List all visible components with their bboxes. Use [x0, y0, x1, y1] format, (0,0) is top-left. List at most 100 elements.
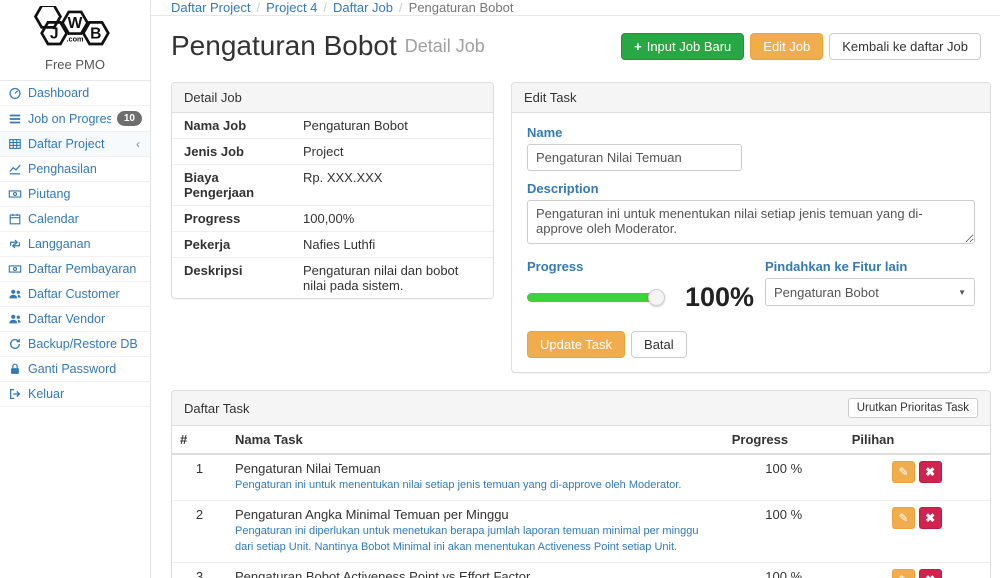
- sidebar-item-dashboard[interactable]: Dashboard: [0, 81, 150, 106]
- task-actions: ✎ ✖: [844, 500, 990, 562]
- move-to-feature-select[interactable]: Pengaturan Bobot ▼: [765, 278, 975, 306]
- edit-task-button[interactable]: ✎: [892, 569, 915, 578]
- task-number: 1: [172, 454, 227, 500]
- daftar-task-panel: Daftar Task Urutkan Prioritas Task # Nam…: [171, 390, 991, 578]
- detail-value: Pengaturan Bobot: [295, 113, 493, 138]
- sidebar-item-job-on-progress[interactable]: Job on Progress 10: [0, 106, 150, 132]
- progress-percent-value: 100%: [685, 282, 754, 313]
- detail-row: Nama JobPengaturan Bobot: [172, 113, 493, 139]
- list-icon: [8, 112, 22, 126]
- sidebar-item-label: Daftar Pembayaran: [28, 262, 142, 276]
- progress-slider[interactable]: [527, 293, 657, 302]
- column-header-progress: Progress: [724, 426, 844, 454]
- app-window: J W B .com Free PMO Dashboard Job on Pro…: [0, 0, 1000, 578]
- task-name: Pengaturan Nilai Temuan: [235, 461, 716, 476]
- edit-job-button[interactable]: Edit Job: [750, 33, 823, 60]
- task-name: Pengaturan Bobot Activeness Point vs Eff…: [235, 569, 716, 578]
- dashboard-icon: [8, 86, 22, 100]
- detail-label: Progress: [172, 206, 295, 231]
- breadcrumb-link-daftar-job[interactable]: Daftar Job: [333, 0, 393, 15]
- detail-label: Deskripsi: [172, 258, 295, 298]
- delete-task-button[interactable]: ✖: [919, 569, 942, 578]
- sidebar-item-label: Daftar Vendor: [28, 312, 142, 326]
- task-progress: 100 %: [724, 500, 844, 562]
- update-task-button[interactable]: Update Task: [527, 331, 625, 358]
- sidebar-item-penghasilan[interactable]: Penghasilan: [0, 157, 150, 182]
- sidebar-item-label: Ganti Password: [28, 362, 142, 376]
- breadcrumb-link-daftar-project[interactable]: Daftar Project: [171, 0, 250, 15]
- delete-task-button[interactable]: ✖: [919, 507, 942, 529]
- input-job-baru-button[interactable]: +Input Job Baru: [621, 33, 744, 60]
- detail-job-panel-title: Detail Job: [172, 83, 493, 113]
- edit-task-button[interactable]: ✎: [892, 507, 915, 529]
- sidebar-item-label: Keluar: [28, 387, 142, 401]
- sidebar-item-label: Backup/Restore DB: [28, 337, 142, 351]
- svg-text:J: J: [50, 25, 59, 42]
- table-row: 1 Pengaturan Nilai Temuan Pengaturan ini…: [172, 454, 990, 500]
- sidebar-item-label: Daftar Project: [28, 137, 130, 151]
- table-row: 3 Pengaturan Bobot Activeness Point vs E…: [172, 562, 990, 578]
- progress-column: Progress 100%: [527, 259, 765, 313]
- detail-value: 100,00%: [295, 206, 493, 231]
- sidebar: J W B .com Free PMO Dashboard Job on Pro…: [0, 0, 151, 578]
- breadcrumb-bar: Daftar Project/Project 4/Daftar Job/Peng…: [151, 0, 1000, 16]
- edit-task-panel: Edit Task Name Description Pengaturan in…: [511, 82, 991, 373]
- name-label: Name: [527, 125, 975, 140]
- sidebar-item-label: Daftar Customer: [28, 287, 142, 301]
- daftar-task-panel-title: Daftar Task: [184, 401, 250, 416]
- sidebar-item-ganti-password[interactable]: Ganti Password: [0, 357, 150, 382]
- edit-task-button[interactable]: ✎: [892, 461, 915, 483]
- detail-row: PekerjaNafies Luthfi: [172, 232, 493, 258]
- page-subtitle: Detail Job: [405, 36, 485, 57]
- task-name-input[interactable]: [527, 144, 742, 171]
- urutkan-prioritas-task-button-top[interactable]: Urutkan Prioritas Task: [848, 398, 978, 418]
- breadcrumb-link-project-4[interactable]: Project 4: [266, 0, 317, 15]
- task-description-textarea[interactable]: Pengaturan ini untuk menentukan nilai se…: [527, 200, 975, 244]
- users-icon: [8, 312, 22, 326]
- money-icon: [8, 262, 22, 276]
- main-content: Daftar Project/Project 4/Daftar Job/Peng…: [151, 0, 1000, 578]
- breadcrumb-separator: /: [393, 0, 409, 15]
- task-progress: 100 %: [724, 562, 844, 578]
- sidebar-item-keluar[interactable]: Keluar: [0, 382, 150, 407]
- sidebar-item-backup-restore-db[interactable]: Backup/Restore DB: [0, 332, 150, 357]
- batal-button[interactable]: Batal: [631, 331, 687, 358]
- pencil-icon: ✎: [899, 465, 909, 479]
- detail-label: Nama Job: [172, 113, 295, 138]
- detail-row: Jenis JobProject: [172, 139, 493, 165]
- detail-row: Biaya PengerjaanRp. XXX.XXX: [172, 165, 493, 206]
- progress-slider-line: 100%: [527, 282, 765, 313]
- detail-row: Progress100,00%: [172, 206, 493, 232]
- page-title: Pengaturan Bobot: [171, 30, 397, 62]
- sidebar-item-label: Piutang: [28, 187, 142, 201]
- detail-row: DeskripsiPengaturan nilai dan bobot nila…: [172, 258, 493, 298]
- lock-icon: [8, 362, 22, 376]
- task-number: 3: [172, 562, 227, 578]
- plus-icon: +: [634, 39, 642, 54]
- task-table: # Nama Task Progress Pilihan 1 Pengatura…: [172, 426, 990, 578]
- delete-task-button[interactable]: ✖: [919, 461, 942, 483]
- users-icon: [8, 287, 22, 301]
- jwb-logo-icon: J W B .com: [23, 6, 127, 52]
- retweet-icon: [8, 237, 22, 251]
- sidebar-item-daftar-vendor[interactable]: Daftar Vendor: [0, 307, 150, 332]
- task-number: 2: [172, 500, 227, 562]
- task-table-header-row: # Nama Task Progress Pilihan: [172, 426, 990, 454]
- sidebar-item-daftar-customer[interactable]: Daftar Customer: [0, 282, 150, 307]
- sidebar-item-daftar-pembayaran[interactable]: Daftar Pembayaran: [0, 257, 150, 282]
- page-header: Pengaturan Bobot Detail Job +Input Job B…: [151, 16, 1000, 74]
- sidebar-item-daftar-project[interactable]: Daftar Project ‹: [0, 132, 150, 157]
- move-to-feature-label: Pindahkan ke Fitur lain: [765, 259, 975, 274]
- progress-slider-handle[interactable]: [648, 289, 665, 306]
- sidebar-item-calendar[interactable]: Calendar: [0, 207, 150, 232]
- progress-move-row: Progress 100% Pindahkan ke Fitur lain: [527, 259, 975, 313]
- sidebar-item-label: Dashboard: [28, 86, 142, 100]
- kembali-ke-daftar-job-button[interactable]: Kembali ke daftar Job: [829, 33, 981, 60]
- sidebar-item-piutang[interactable]: Piutang: [0, 182, 150, 207]
- x-icon: ✖: [925, 573, 935, 578]
- x-icon: ✖: [925, 465, 935, 479]
- sidebar-item-label: Job on Progress: [28, 112, 111, 126]
- task-description: Pengaturan ini diperlukan untuk menetuka…: [235, 524, 716, 556]
- task-name: Pengaturan Angka Minimal Temuan per Ming…: [235, 507, 716, 522]
- sidebar-item-langganan[interactable]: Langganan: [0, 232, 150, 257]
